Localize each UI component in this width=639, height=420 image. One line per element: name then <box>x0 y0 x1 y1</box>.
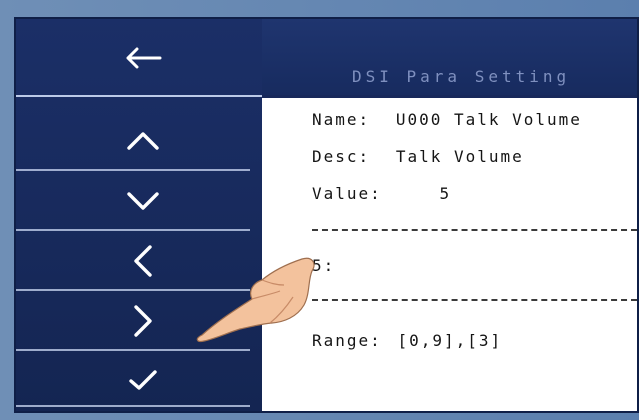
value-label: Value: <box>312 184 382 203</box>
page-title: DSI Para Setting <box>352 67 571 86</box>
name-row: Name: U000 Talk Volume <box>312 110 582 129</box>
value-value: 5 <box>439 184 452 203</box>
chevron-right-icon <box>134 305 152 337</box>
name-label: Name: <box>312 110 371 129</box>
down-button[interactable] <box>38 172 248 230</box>
chevron-left-icon <box>134 245 152 277</box>
sidebar-divider <box>16 95 262 97</box>
check-icon <box>129 370 157 390</box>
confirm-button[interactable] <box>38 351 248 409</box>
name-value: U000 Talk Volume <box>395 110 582 129</box>
desc-row: Desc: Talk Volume <box>312 147 524 166</box>
chevron-down-icon <box>127 192 159 210</box>
range-label: Range: <box>312 331 382 350</box>
pointing-hand-icon <box>196 257 315 343</box>
dashed-divider <box>312 299 637 301</box>
back-button[interactable] <box>38 29 248 87</box>
range-value: [0,9],[3] <box>397 331 503 350</box>
back-arrow-icon <box>126 47 162 69</box>
chevron-up-icon <box>127 132 159 150</box>
screen: DSI Para Setting Name: U000 Talk Volume … <box>14 17 639 413</box>
dashed-divider <box>312 229 637 231</box>
value-row: Value: 5 <box>312 184 451 203</box>
desc-value: Talk Volume <box>395 147 524 166</box>
range-row: Range: [0,9],[3] <box>312 331 502 350</box>
desc-label: Desc: <box>312 147 371 166</box>
up-button[interactable] <box>38 112 248 170</box>
